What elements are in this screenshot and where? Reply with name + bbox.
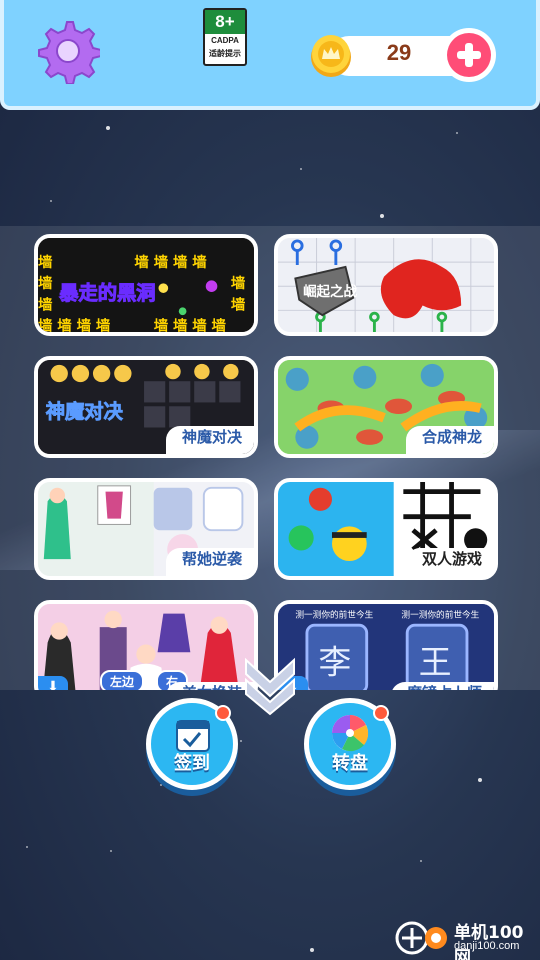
game-card-gods-vs-demons[interactable]: 神魔对决 神魔对决 — [34, 356, 258, 458]
coin-count: 29 — [386, 40, 412, 65]
game-card-help-her-rise[interactable]: 帮她逆袭 — [34, 478, 258, 580]
svg-text:墙: 墙 — [134, 253, 149, 271]
svg-text:墙: 墙 — [231, 274, 246, 292]
top-bar: 8+ CADPA 适龄提示 29 — [0, 0, 540, 110]
game-card-merge-dragon[interactable]: 合成神龙 — [274, 356, 498, 458]
notification-dot — [215, 705, 231, 721]
svg-text:墙: 墙 — [173, 317, 188, 335]
game-label: 神魔对决 — [165, 426, 254, 454]
game-art-title: 崛起之战 — [303, 283, 357, 300]
svg-text:王: 王 — [419, 643, 452, 681]
game-card-rise-war[interactable]: 崛起之战 — [274, 234, 498, 336]
svg-text:墙: 墙 — [231, 295, 246, 313]
spin-wheel-label: 转盘 — [332, 753, 368, 774]
svg-text:测一测你的前世今生: 测一测你的前世今生 — [295, 608, 373, 620]
game-thumbnail: 崛起之战 — [278, 238, 494, 332]
svg-text:墙: 墙 — [96, 317, 111, 335]
spin-wheel-button[interactable]: 转盘 — [304, 698, 396, 790]
game-thumbnail — [38, 604, 254, 690]
watermark-logo-icon — [395, 921, 447, 955]
age-rating-badge: 8+ CADPA 适龄提示 — [203, 8, 247, 66]
game-thumbnail: 墙 墙 墙 墙 墙 墙 墙 墙 墙 墙 墙 墙 墙 墙 墙 墙 墙 暴走的黑洞 — [38, 238, 254, 335]
notification-dot — [373, 705, 389, 721]
settings-button[interactable] — [34, 18, 102, 85]
svg-text:墙: 墙 — [192, 253, 207, 271]
svg-text:墙: 墙 — [154, 253, 169, 271]
game-card-beauty-dressup[interactable]: 左边 右 ⬇ 美女换装 — [34, 600, 258, 690]
watermark-url: danji100.com — [454, 940, 520, 952]
game-card-black-hole[interactable]: 墙 墙 墙 墙 墙 墙 墙 墙 墙 墙 墙 墙 墙 墙 墙 墙 墙 暴走的黑洞 — [34, 234, 258, 336]
art-tag-left: 左边 — [100, 670, 145, 690]
svg-text:墙: 墙 — [38, 317, 53, 335]
svg-text:墙: 墙 — [154, 317, 169, 335]
scroll-down-chevron-icon[interactable] — [242, 652, 298, 716]
svg-text:墙: 墙 — [77, 317, 92, 335]
svg-text:测一测你的前世今生: 测一测你的前世今生 — [401, 608, 479, 620]
game-thumbnail: 测一测你的前世今生 测一测你的前世今生 李 王 — [278, 604, 494, 690]
game-label: 双人游戏 — [405, 548, 494, 576]
site-watermark: 单机100网 danji100.com — [392, 916, 540, 960]
svg-text:墙: 墙 — [38, 295, 53, 313]
svg-text:墙: 墙 — [173, 253, 188, 271]
checkin-button[interactable]: 签到 — [146, 698, 238, 790]
age-rating-org: CADPA — [211, 36, 239, 45]
svg-text:墙: 墙 — [212, 317, 227, 335]
watermark-name: 单机100网 — [454, 923, 524, 960]
game-art-title: 暴走的黑洞 — [59, 282, 155, 305]
download-icon: ⬇ — [38, 676, 68, 690]
checkin-label: 签到 — [174, 753, 210, 774]
game-card-two-player[interactable]: 双人游戏 — [274, 478, 498, 580]
game-label: 合成神龙 — [405, 426, 494, 454]
svg-text:墙: 墙 — [192, 317, 207, 335]
add-coins-button[interactable] — [440, 26, 498, 84]
gear-icon — [38, 21, 102, 85]
age-rating: 8+ — [205, 10, 245, 34]
crown-coin-icon — [311, 35, 351, 77]
game-art-title: 神魔对决 — [46, 400, 124, 423]
game-label: 帮她逆袭 — [165, 548, 254, 576]
age-rating-tip: 适龄提示 — [209, 49, 241, 58]
game-card-magic-mirror[interactable]: 测一测你的前世今生 测一测你的前世今生 李 王 ⬇ 魔镜占卜师 — [274, 600, 498, 690]
svg-text:墙: 墙 — [57, 317, 72, 335]
game-label: 魔镜占卜师 — [390, 682, 494, 690]
game-list[interactable]: 墙 墙 墙 墙 墙 墙 墙 墙 墙 墙 墙 墙 墙 墙 墙 墙 墙 暴走的黑洞 … — [0, 226, 540, 690]
svg-text:墙: 墙 — [38, 274, 53, 292]
svg-text:李: 李 — [318, 643, 351, 681]
svg-text:墙: 墙 — [38, 253, 53, 271]
